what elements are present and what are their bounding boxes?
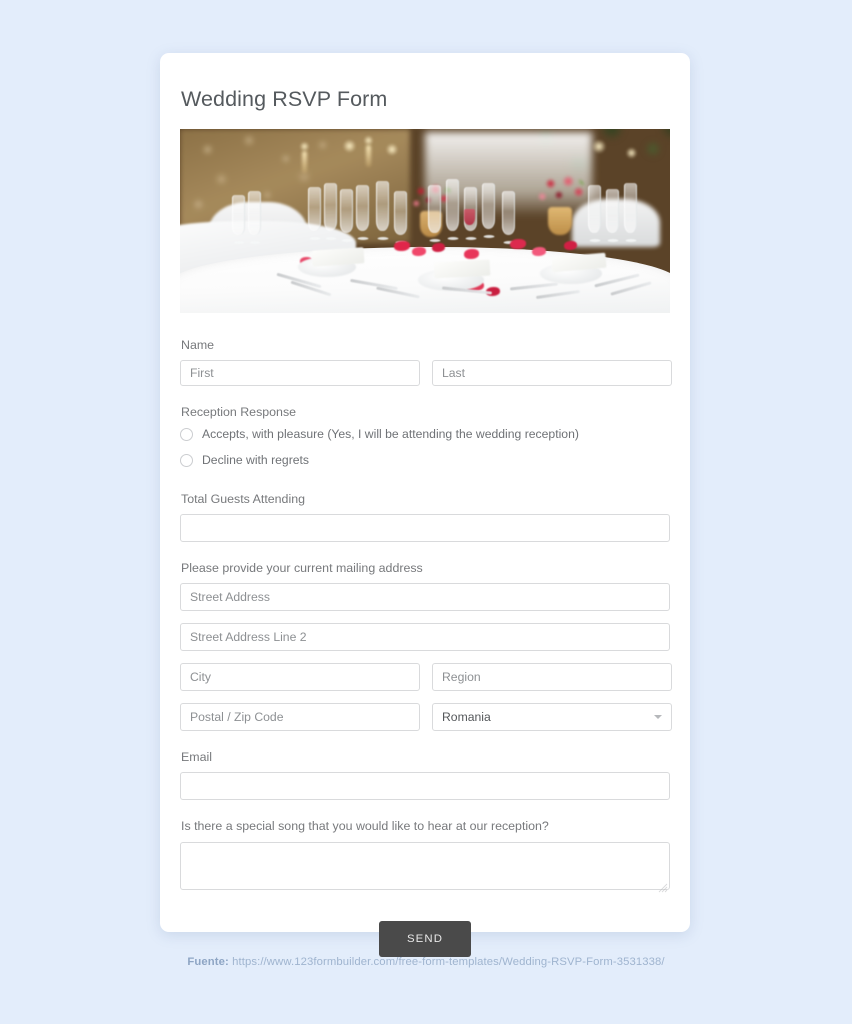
hero-wine-glass xyxy=(232,194,245,235)
hero-rose-petal xyxy=(394,240,410,251)
page-root: Wedding RSVP Form Name First Last Recept… xyxy=(0,0,852,1024)
hero-rose-petal xyxy=(510,238,526,249)
form-card: Wedding RSVP Form Name First Last Recept… xyxy=(160,53,690,957)
submit-row: SEND xyxy=(180,920,670,957)
hero-candle xyxy=(366,144,371,167)
source-url: https://www.123formbuilder.com/free-form… xyxy=(232,956,665,968)
hero-rose-petal xyxy=(432,242,445,252)
name-row xyxy=(180,359,672,386)
hero-napkin xyxy=(311,247,365,267)
street-address-input[interactable] xyxy=(180,583,670,612)
email-field[interactable] xyxy=(180,772,670,801)
first-name-input[interactable] xyxy=(180,359,420,386)
hero-wine-glass xyxy=(324,182,337,231)
total-guests-input[interactable] xyxy=(180,514,670,543)
page-title: Wedding RSVP Form xyxy=(181,87,388,111)
hero-candle-flame xyxy=(300,140,309,152)
country-select-wrapper[interactable] xyxy=(432,703,672,732)
name-label: Name xyxy=(181,337,215,352)
hero-wine-glass xyxy=(588,184,601,233)
hero-candle-flame xyxy=(386,142,398,156)
hero-wine-glass xyxy=(376,180,389,231)
hero-wine-glass xyxy=(394,190,407,235)
mailing-address-label: Please provide your current mailing addr… xyxy=(181,561,423,576)
radio-option-accepts[interactable]: Accepts, with pleasure (Yes, I will be a… xyxy=(180,427,670,441)
hero-wine-glass xyxy=(502,190,515,235)
source-prefix: Fuente: xyxy=(187,956,229,968)
hero-candle-flame xyxy=(364,134,373,146)
hero-image xyxy=(180,128,670,313)
special-song-textarea[interactable] xyxy=(180,841,670,890)
reception-response-label: Reception Response xyxy=(181,404,297,419)
total-guests-label: Total Guests Attending xyxy=(181,492,305,507)
hero-wine-glass xyxy=(482,182,495,229)
city-input[interactable] xyxy=(180,663,420,692)
hero-napkin xyxy=(433,259,491,279)
hero-candle-flame xyxy=(343,138,356,153)
source-footer: Fuente: https://www.123formbuilder.com/f… xyxy=(0,956,852,968)
hero-wine-glass xyxy=(248,190,261,235)
hero-wine-fill xyxy=(464,208,475,225)
street-address-line2-input[interactable] xyxy=(180,623,670,652)
hero-candle-flame xyxy=(626,146,637,159)
hero-wine-glass xyxy=(340,188,353,233)
hero-rose-petal xyxy=(412,246,426,256)
hero-wine-glass xyxy=(428,184,441,233)
radio-icon xyxy=(180,427,193,441)
postal-code-input[interactable] xyxy=(180,703,420,732)
postal-country-row xyxy=(180,703,672,732)
radio-option-decline-label: Decline with regrets xyxy=(202,453,310,468)
radio-icon xyxy=(180,453,193,467)
special-song-wrapper xyxy=(180,841,670,895)
last-name-input[interactable] xyxy=(432,359,672,386)
hero-wine-glass xyxy=(624,182,637,233)
email-label: Email xyxy=(181,750,212,765)
region-input[interactable] xyxy=(432,663,672,692)
special-song-label: Is there a special song that you would l… xyxy=(181,819,549,834)
hero-rose-petal xyxy=(464,248,479,259)
hero-wine-glass xyxy=(356,184,369,231)
hero-candle-flame xyxy=(592,138,606,154)
hero-candle xyxy=(302,150,307,173)
hero-floral-centerpiece xyxy=(535,172,587,211)
hero-rose-petal xyxy=(532,246,546,256)
country-select[interactable] xyxy=(432,703,672,732)
city-region-row xyxy=(180,663,672,692)
hero-wine-glass xyxy=(446,178,459,231)
hero-gold-vase xyxy=(548,206,572,235)
radio-option-decline[interactable]: Decline with regrets xyxy=(180,453,670,467)
hero-wine-glass xyxy=(606,188,619,233)
radio-option-accepts-label: Accepts, with pleasure (Yes, I will be a… xyxy=(202,427,579,442)
hero-rose-petal xyxy=(564,240,577,250)
send-button[interactable]: SEND xyxy=(379,920,471,957)
hero-wine-glass xyxy=(308,186,321,231)
